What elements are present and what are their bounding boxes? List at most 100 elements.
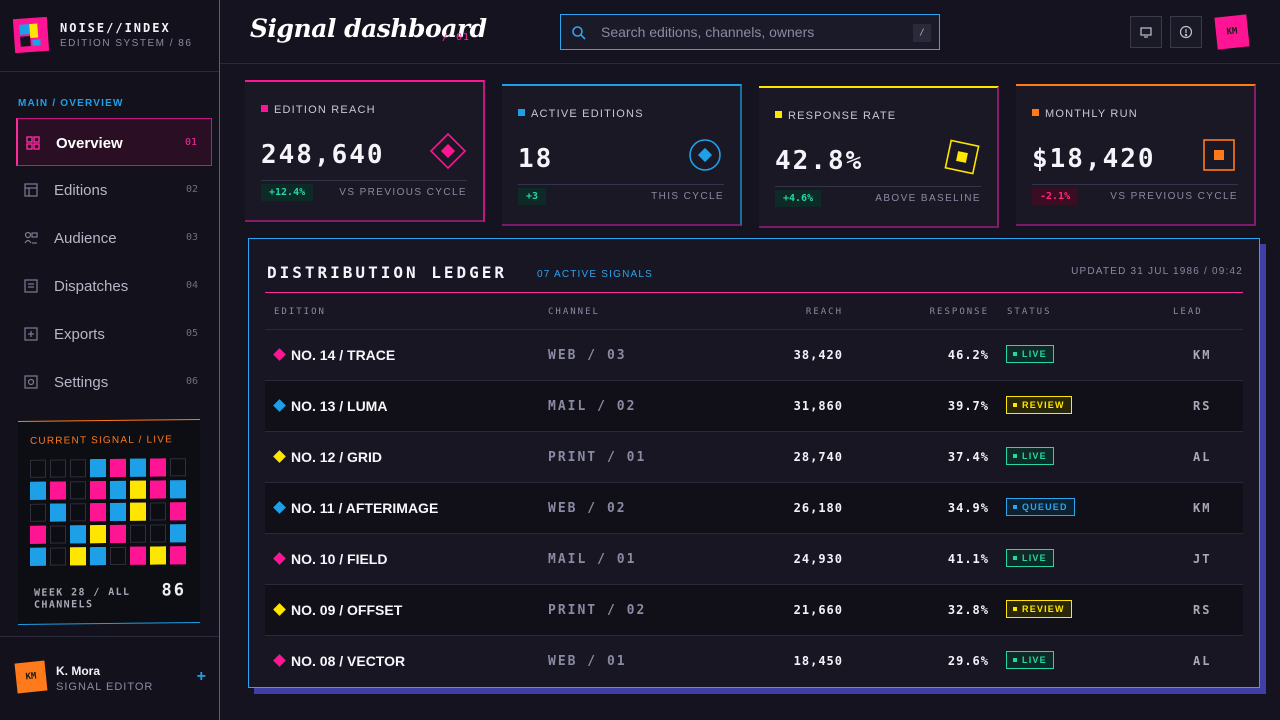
sidebar-item-number: 05 — [185, 328, 198, 339]
column-header-channel[interactable]: CHANNEL — [548, 307, 600, 317]
distribution-ledger: DISTRIBUTION LEDGER 07 ACTIVE SIGNALS UP… — [248, 238, 1260, 688]
metric-card-edition-reach[interactable]: EDITION REACH 248,640 +12.4% VS PREVIOUS… — [245, 80, 485, 222]
page-subtitle: / 01 — [442, 32, 471, 43]
sidebar-item-overview[interactable]: Overview 01 — [16, 118, 212, 166]
metric-card-monthly-run[interactable]: MONTHLY RUN $18,420 -2.1% VS PREVIOUS CY… — [1016, 84, 1256, 226]
lead-initials: KM — [1193, 348, 1212, 362]
info-button[interactable] — [1170, 16, 1202, 48]
sidebar-item-audience[interactable]: Audience 03 — [16, 214, 212, 262]
add-user-button[interactable]: + — [197, 668, 206, 686]
column-header-reach[interactable]: REACH — [806, 307, 843, 317]
current-signal-card[interactable]: CURRENT SIGNAL / LIVE WEEK 28 / ALL CHAN… — [18, 419, 200, 625]
sidebar-item-label: Overview — [56, 135, 123, 152]
column-header-lead[interactable]: LEAD — [1173, 307, 1203, 317]
edition-marker-icon — [273, 348, 286, 361]
sidebar-item-editions[interactable]: Editions 02 — [16, 166, 212, 214]
sidebar-item-label: Exports — [54, 326, 105, 343]
signal-cell — [50, 459, 66, 478]
status-badge[interactable]: QUEUED — [1006, 498, 1075, 516]
table-row[interactable]: NO. 09 / OFFSET PRINT / 02 21,660 32.8% REVI… — [265, 584, 1243, 635]
edition-marker-icon — [273, 603, 286, 616]
plus-square-icon — [24, 327, 38, 341]
status-badge[interactable]: LIVE — [1006, 651, 1054, 669]
metric-card-response-rate[interactable]: RESPONSE RATE 42.8% +4.6% ABOVE BASELINE — [759, 86, 999, 228]
layout-icon — [24, 183, 38, 197]
table-row[interactable]: NO. 13 / LUMA MAIL / 02 31,860 39.7% REVIEW R… — [265, 380, 1243, 431]
metric-note: ABOVE BASELINE — [875, 193, 981, 204]
signal-cell — [130, 524, 146, 543]
sidebar-item-dispatches[interactable]: Dispatches 04 — [16, 262, 212, 310]
monitor-icon — [1140, 27, 1152, 38]
channel: MAIL / 02 — [548, 399, 637, 414]
edition-marker-icon — [273, 450, 286, 463]
table-row[interactable]: NO. 14 / TRACE WEB / 03 38,420 46.2% LIVE KM — [265, 329, 1243, 380]
lead-initials: KM — [1193, 501, 1212, 515]
table-row[interactable]: NO. 08 / VECTOR WEB / 01 18,450 29.6% LIVE AL — [265, 635, 1243, 686]
ledger-updated: UPDATED 31 JUL 1986 / 09:42 — [1071, 266, 1243, 277]
column-header-status[interactable]: STATUS — [1007, 307, 1052, 317]
signal-cell — [170, 480, 186, 499]
status-badge[interactable]: REVIEW — [1006, 396, 1072, 414]
display-button[interactable] — [1130, 16, 1162, 48]
status-badge[interactable]: LIVE — [1006, 549, 1054, 567]
table-row[interactable]: NO. 12 / GRID PRINT / 01 28,740 37.4% LIVE AL — [265, 431, 1243, 482]
signal-cell — [150, 458, 166, 477]
signal-cell — [90, 503, 106, 522]
signal-cell — [50, 525, 66, 544]
ledger-title: DISTRIBUTION LEDGER — [267, 263, 508, 282]
grid-icon — [26, 136, 40, 150]
signal-cell — [110, 502, 126, 521]
divider — [518, 184, 724, 185]
channel: MAIL / 01 — [548, 552, 637, 567]
search-input[interactable] — [601, 15, 901, 49]
channel: PRINT / 01 — [548, 450, 647, 465]
lead-initials: AL — [1193, 654, 1212, 668]
sidebar-item-number: 04 — [185, 280, 198, 291]
response-value: 41.1% — [947, 552, 989, 566]
search-icon — [572, 26, 586, 40]
search-bar[interactable]: / — [560, 14, 940, 50]
divider — [1032, 184, 1238, 185]
status-badge[interactable]: LIVE — [1006, 345, 1054, 363]
signal-cell — [170, 546, 186, 565]
table-row[interactable]: NO. 10 / FIELD MAIL / 01 24,930 41.1% LIVE JT — [265, 533, 1243, 584]
signal-cell — [170, 502, 186, 521]
diamond-icon — [429, 132, 467, 170]
header-avatar[interactable]: KM — [1214, 14, 1250, 50]
edition-name: NO. 12 / GRID — [291, 449, 383, 465]
signal-cell — [130, 458, 146, 477]
status-badge[interactable]: REVIEW — [1006, 600, 1072, 618]
table-row[interactable]: NO. 11 / AFTERIMAGE WEB / 02 26,180 34.9% QU… — [265, 482, 1243, 533]
metric-change-badge: +3 — [518, 188, 547, 205]
column-header-response[interactable]: RESPONSE — [930, 307, 989, 317]
signal-cell — [90, 459, 106, 478]
status-badge[interactable]: LIVE — [1006, 447, 1054, 465]
signal-number: 86 — [161, 580, 186, 601]
channel: PRINT / 02 — [548, 603, 647, 618]
sidebar-item-exports[interactable]: Exports 05 — [16, 310, 212, 358]
column-header-edition[interactable]: EDITION — [274, 307, 326, 317]
signal-cell — [170, 458, 186, 477]
sidebar-item-label: Audience — [54, 230, 117, 247]
channel: WEB / 03 — [548, 348, 627, 363]
signal-cell — [50, 503, 66, 522]
edition-name: NO. 09 / OFFSET — [291, 602, 403, 618]
target-icon — [689, 139, 721, 171]
signal-cell — [30, 459, 46, 478]
signal-cell — [170, 524, 186, 543]
edition-marker-icon — [273, 501, 286, 514]
metric-value: 18 — [518, 144, 554, 174]
metric-card-active-editions[interactable]: ACTIVE EDITIONS 18 +3 THIS CYCLE — [502, 84, 742, 226]
sidebar-item-number: 01 — [184, 137, 197, 148]
brand[interactable]: NOISE//INDEX EDITION SYSTEM / 86 — [12, 16, 214, 58]
divider — [775, 186, 981, 187]
sidebar-item-settings[interactable]: Settings 06 — [16, 358, 212, 406]
edition-marker-icon — [273, 552, 286, 565]
metric-value: $18,420 — [1032, 144, 1156, 174]
lead-initials: RS — [1193, 399, 1212, 413]
avatar: KM — [14, 660, 48, 694]
user-profile[interactable]: KM K. Mora SIGNAL EDITOR + — [14, 660, 214, 700]
nav-section-label: MAIN / OVERVIEW — [18, 98, 124, 109]
signal-cell — [90, 481, 106, 500]
brand-subtitle: EDITION SYSTEM / 86 — [60, 38, 193, 49]
